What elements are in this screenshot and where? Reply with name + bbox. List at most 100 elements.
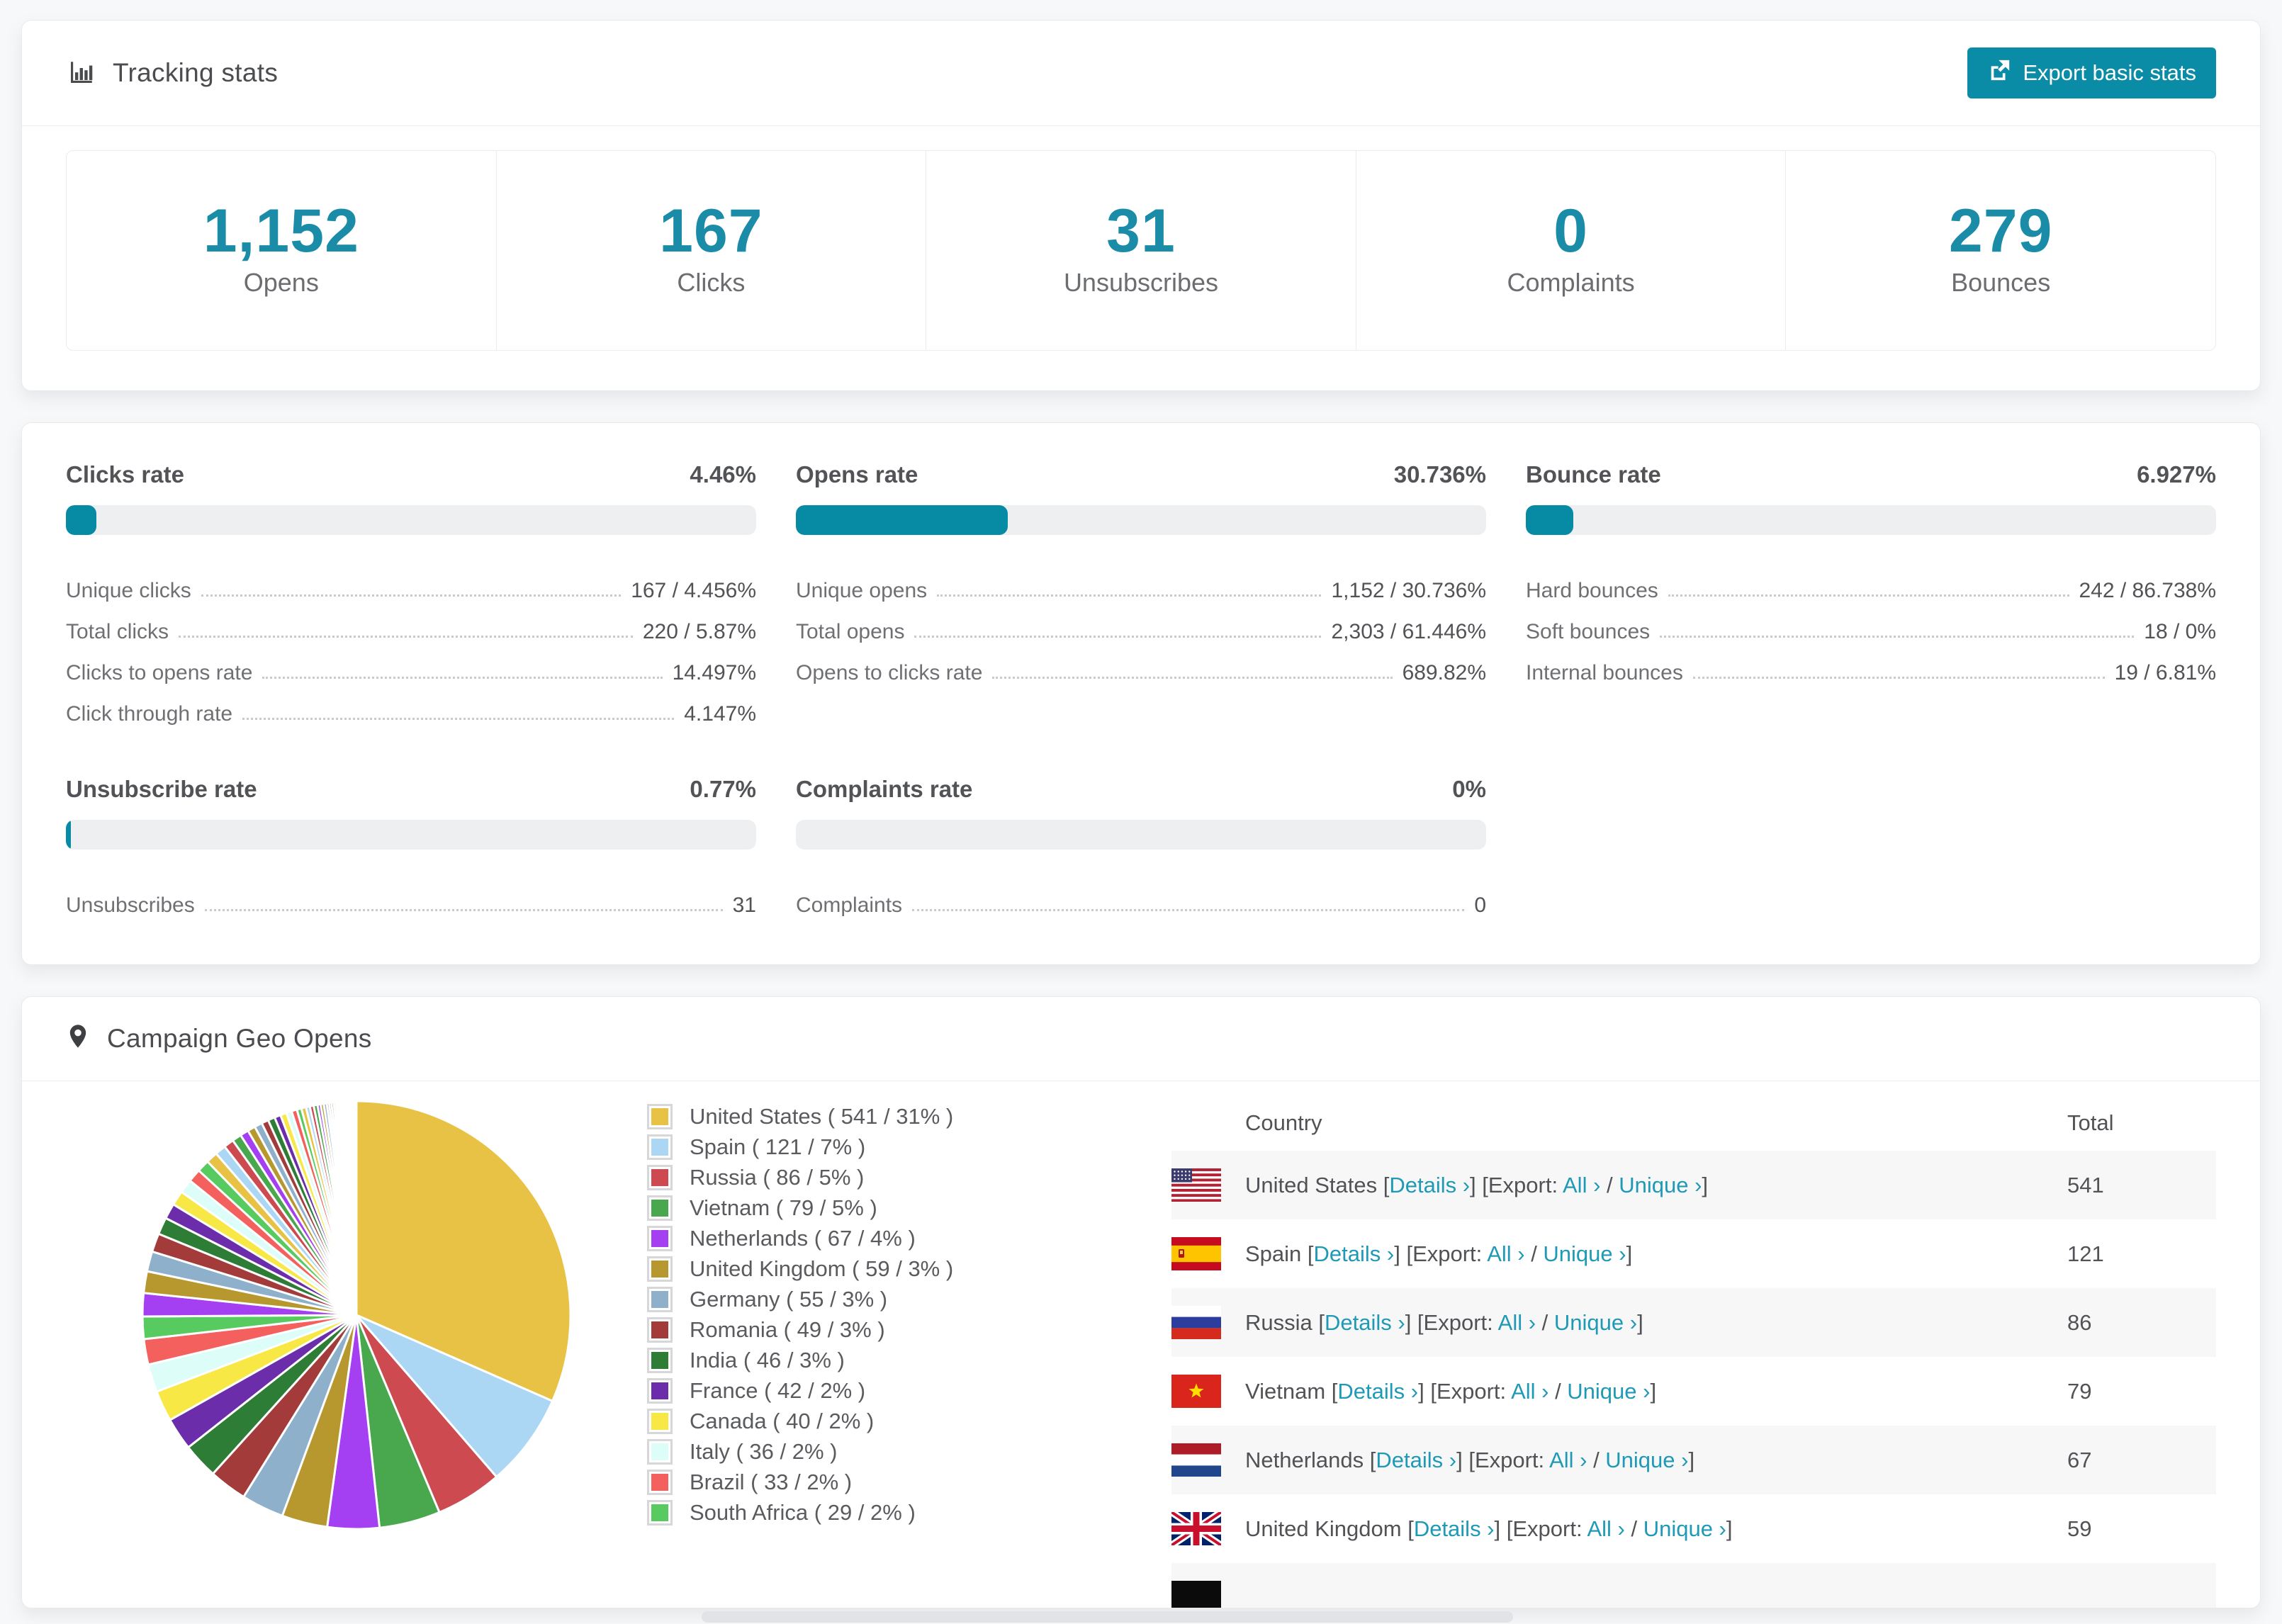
detail-value: 4.147% <box>684 702 756 726</box>
legend-item[interactable]: United States ( 541 / 31% ) <box>647 1101 1171 1132</box>
export-unique-link[interactable]: Unique › <box>1554 1310 1637 1335</box>
legend-label: India ( 46 / 3% ) <box>690 1347 845 1372</box>
legend-item[interactable]: Romania ( 49 / 3% ) <box>647 1314 1171 1345</box>
rate-detail-rows: Unique opens 1,152 / 30.736% Total opens 2,… <box>796 562 1486 685</box>
legend-label: Brazil ( 33 / 2% ) <box>690 1469 853 1494</box>
rate-title: Complaints rate <box>796 776 973 802</box>
legend-item[interactable]: India ( 46 / 3% ) <box>647 1345 1171 1375</box>
rate-value: 4.46% <box>690 461 756 487</box>
legend-item[interactable]: France ( 42 / 2% ) <box>647 1375 1171 1406</box>
export-all-link[interactable]: All › <box>1563 1173 1600 1197</box>
country-links: United States [Details ›] [Export: All ›… <box>1245 1172 1709 1197</box>
export-unique-link[interactable]: Unique › <box>1619 1173 1702 1197</box>
geo-legend: United States ( 541 / 31% ) Spain ( 121 /… <box>647 1095 1171 1608</box>
rate-header: Bounce rate 6.927% <box>1526 461 2216 488</box>
details-link[interactable]: Details › <box>1389 1173 1470 1197</box>
legend-swatch <box>647 1134 673 1160</box>
dotted-leader <box>1668 594 2069 597</box>
rate-panel: Unsubscribe rate 0.77% Unsubscribes 31 <box>66 776 756 918</box>
rate-detail-rows: Hard bounces 242 / 86.738% Soft bounces 18 … <box>1526 562 2216 685</box>
legend-item[interactable]: Spain ( 121 / 7% ) <box>647 1132 1171 1162</box>
table-row <box>1171 1563 2216 1608</box>
legend-item[interactable]: Germany ( 55 / 3% ) <box>647 1284 1171 1314</box>
export-unique-link[interactable]: Unique › <box>1567 1379 1650 1404</box>
geo-table-header-row: Country Total <box>1171 1095 2216 1151</box>
rate-title: Bounce rate <box>1526 461 1661 487</box>
detail-value: 2,303 / 61.446% <box>1331 620 1486 643</box>
dotted-leader <box>242 718 675 720</box>
detail-value: 242 / 86.738% <box>2079 579 2217 602</box>
export-all-link[interactable]: All › <box>1511 1379 1548 1404</box>
geo-body: United States ( 541 / 31% ) Spain ( 121 /… <box>22 1081 2260 1608</box>
export-unique-link[interactable]: Unique › <box>1605 1448 1688 1472</box>
rate-title: Opens rate <box>796 461 918 487</box>
table-row: Vietnam [Details ›] [Export: All › / Uni… <box>1171 1357 2216 1426</box>
dotted-leader <box>204 909 723 911</box>
legend-label: Italy ( 36 / 2% ) <box>690 1438 838 1464</box>
detail-label: Hard bounces <box>1526 579 1658 602</box>
summary-stats: 1,152 Opens 167 Clicks 31 Unsubscribes 0 Compla… <box>66 150 2216 351</box>
export-all-link[interactable]: All › <box>1487 1241 1524 1266</box>
detail-value: 689.82% <box>1402 661 1486 684</box>
dotted-leader <box>201 594 622 597</box>
country-flag-icon <box>1171 1306 1221 1339</box>
progress-bar <box>1526 505 2216 535</box>
total-cell: 59 <box>2067 1516 2092 1541</box>
horizontal-scrollbar-thumb[interactable] <box>702 1611 1513 1623</box>
export-unique-link[interactable]: Unique › <box>1643 1516 1726 1541</box>
legend-label: Spain ( 121 / 7% ) <box>690 1134 866 1159</box>
bar-chart-icon <box>66 58 96 88</box>
stat-value: 0 <box>1553 197 1588 265</box>
rate-panel: Complaints rate 0% Complaints 0 <box>796 776 1486 918</box>
export-all-link[interactable]: All › <box>1587 1516 1624 1541</box>
details-link[interactable]: Details › <box>1337 1379 1418 1404</box>
country-flag-icon <box>1171 1443 1221 1477</box>
export-basic-stats-button[interactable]: Export basic stats <box>1967 47 2216 98</box>
legend-item[interactable]: Canada ( 40 / 2% ) <box>647 1406 1171 1436</box>
detail-row: Soft bounces 18 / 0% <box>1526 603 2216 644</box>
dotted-leader <box>262 677 663 679</box>
detail-label: Complaints <box>796 893 903 917</box>
export-all-link[interactable]: All › <box>1549 1448 1587 1472</box>
rates-card: Clicks rate 4.46% Unique clicks 167 / 4.456… <box>21 422 2261 965</box>
geo-header: Campaign Geo Opens <box>22 997 2260 1081</box>
dotted-leader <box>912 909 1465 911</box>
legend-label: Germany ( 55 / 3% ) <box>690 1286 888 1312</box>
country-flag-icon <box>1171 1581 1221 1608</box>
legend-swatch <box>647 1408 673 1434</box>
details-link[interactable]: Details › <box>1414 1516 1495 1541</box>
legend-item[interactable]: South Africa ( 29 / 2% ) <box>647 1497 1171 1528</box>
detail-row: Unique clicks 167 / 4.456% <box>66 562 756 603</box>
export-unique-link[interactable]: Unique › <box>1543 1241 1626 1266</box>
export-all-link[interactable]: All › <box>1498 1310 1536 1335</box>
map-pin-icon <box>66 1024 90 1054</box>
legend-item[interactable]: Russia ( 86 / 5% ) <box>647 1162 1171 1192</box>
legend-swatch <box>647 1316 673 1343</box>
country-cell: Russia [Details ›] [Export: All › / Uniq… <box>1171 1288 2067 1357</box>
legend-item[interactable]: Italy ( 36 / 2% ) <box>647 1436 1171 1467</box>
country-cell: Vietnam [Details ›] [Export: All › / Uni… <box>1171 1357 2067 1426</box>
legend-label: United Kingdom ( 59 / 3% ) <box>690 1256 954 1281</box>
progress-fill <box>796 505 1008 535</box>
geo-opens-pie-chart[interactable] <box>137 1095 576 1535</box>
details-link[interactable]: Details › <box>1325 1310 1405 1335</box>
legend-item[interactable]: United Kingdom ( 59 / 3% ) <box>647 1253 1171 1284</box>
legend-swatch <box>647 1438 673 1465</box>
total-cell: 67 <box>2067 1447 2092 1472</box>
details-link[interactable]: Details › <box>1314 1241 1395 1266</box>
legend-item[interactable]: Netherlands ( 67 / 4% ) <box>647 1223 1171 1253</box>
progress-bar <box>796 820 1486 850</box>
country-links: Spain [Details ›] [Export: All › / Uniqu… <box>1245 1241 1633 1266</box>
details-link[interactable]: Details › <box>1376 1448 1456 1472</box>
rate-value: 30.736% <box>1393 461 1486 487</box>
legend-item[interactable]: Brazil ( 33 / 2% ) <box>647 1467 1171 1497</box>
legend-item[interactable]: Vietnam ( 79 / 5% ) <box>647 1192 1171 1223</box>
country-links: Netherlands [Details ›] [Export: All › /… <box>1245 1447 1695 1472</box>
country-links: Russia [Details ›] [Export: All › / Uniq… <box>1245 1309 1643 1335</box>
detail-label: Opens to clicks rate <box>796 661 983 684</box>
rate-header: Opens rate 30.736% <box>796 461 1486 488</box>
dotted-leader <box>1692 677 2105 679</box>
detail-row: Unique opens 1,152 / 30.736% <box>796 562 1486 603</box>
export-icon <box>1987 58 2011 88</box>
stat-value: 279 <box>1948 197 2053 265</box>
